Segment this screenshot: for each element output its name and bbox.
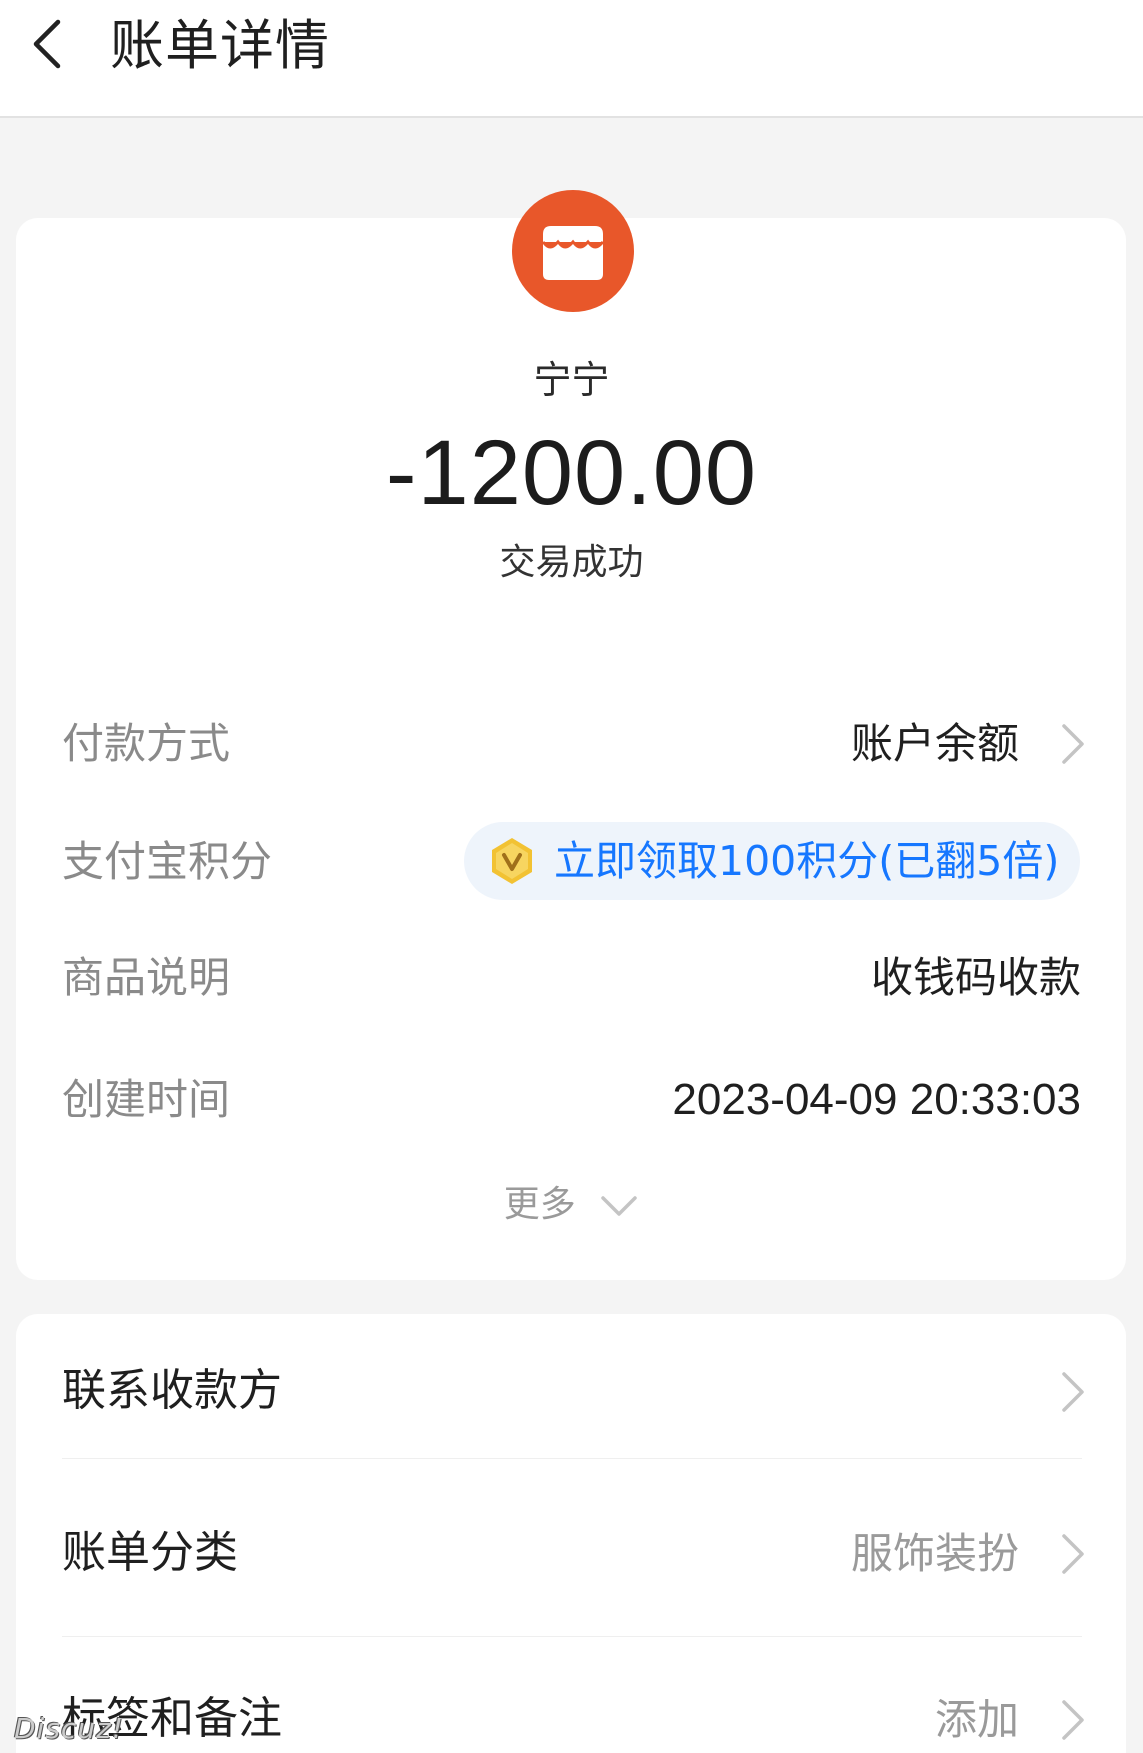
- chevron-right-icon[interactable]: [1058, 1696, 1088, 1744]
- transaction-status: 交易成功: [499, 542, 644, 583]
- store-icon: [541, 226, 605, 280]
- product-value: 收钱码收款: [870, 953, 1081, 1002]
- tags-notes-value[interactable]: 添加: [935, 1694, 1019, 1746]
- bill-category-value[interactable]: 服饰装扮: [851, 1528, 1019, 1580]
- back-arrow-icon[interactable]: [22, 16, 78, 72]
- divider: [62, 1458, 1082, 1459]
- chevron-right-icon[interactable]: [1058, 1530, 1088, 1578]
- merchant-name: 宁宁: [533, 358, 610, 402]
- bill-detail-page: 账单详情 宁宁 -1200.00 交易成功 付款方式 账户余额 支付宝积分 立即…: [0, 0, 1143, 1753]
- payment-method-label: 付款方式: [62, 719, 231, 768]
- more-button[interactable]: 更多: [0, 1182, 1143, 1228]
- chevron-down-icon: [601, 1196, 637, 1216]
- created-time-label: 创建时间: [62, 1075, 231, 1124]
- transaction-amount: -1200.00: [385, 422, 758, 524]
- product-label: 商品说明: [62, 953, 231, 1002]
- watermark: Discuz!: [14, 1712, 124, 1745]
- divider: [62, 1636, 1082, 1637]
- chevron-right-icon[interactable]: [1058, 1368, 1088, 1416]
- contact-payee-item[interactable]: 联系收款方: [62, 1364, 282, 1418]
- bill-category-item[interactable]: 账单分类: [62, 1526, 238, 1580]
- merchant-avatar: [512, 190, 634, 312]
- coin-icon: [492, 838, 532, 884]
- top-bar: 账单详情: [0, 0, 1143, 118]
- claim-points-text: 立即领取100积分(已翻5倍): [554, 837, 1060, 885]
- payment-method-value[interactable]: 账户余额: [851, 718, 1019, 770]
- page-title: 账单详情: [110, 14, 330, 77]
- created-time-value: 2023-04-09 20:33:03: [672, 1075, 1081, 1124]
- chevron-right-icon[interactable]: [1058, 720, 1088, 768]
- points-label: 支付宝积分: [62, 837, 273, 886]
- more-label: 更多: [503, 1184, 576, 1225]
- claim-points-button[interactable]: 立即领取100积分(已翻5倍): [464, 822, 1080, 900]
